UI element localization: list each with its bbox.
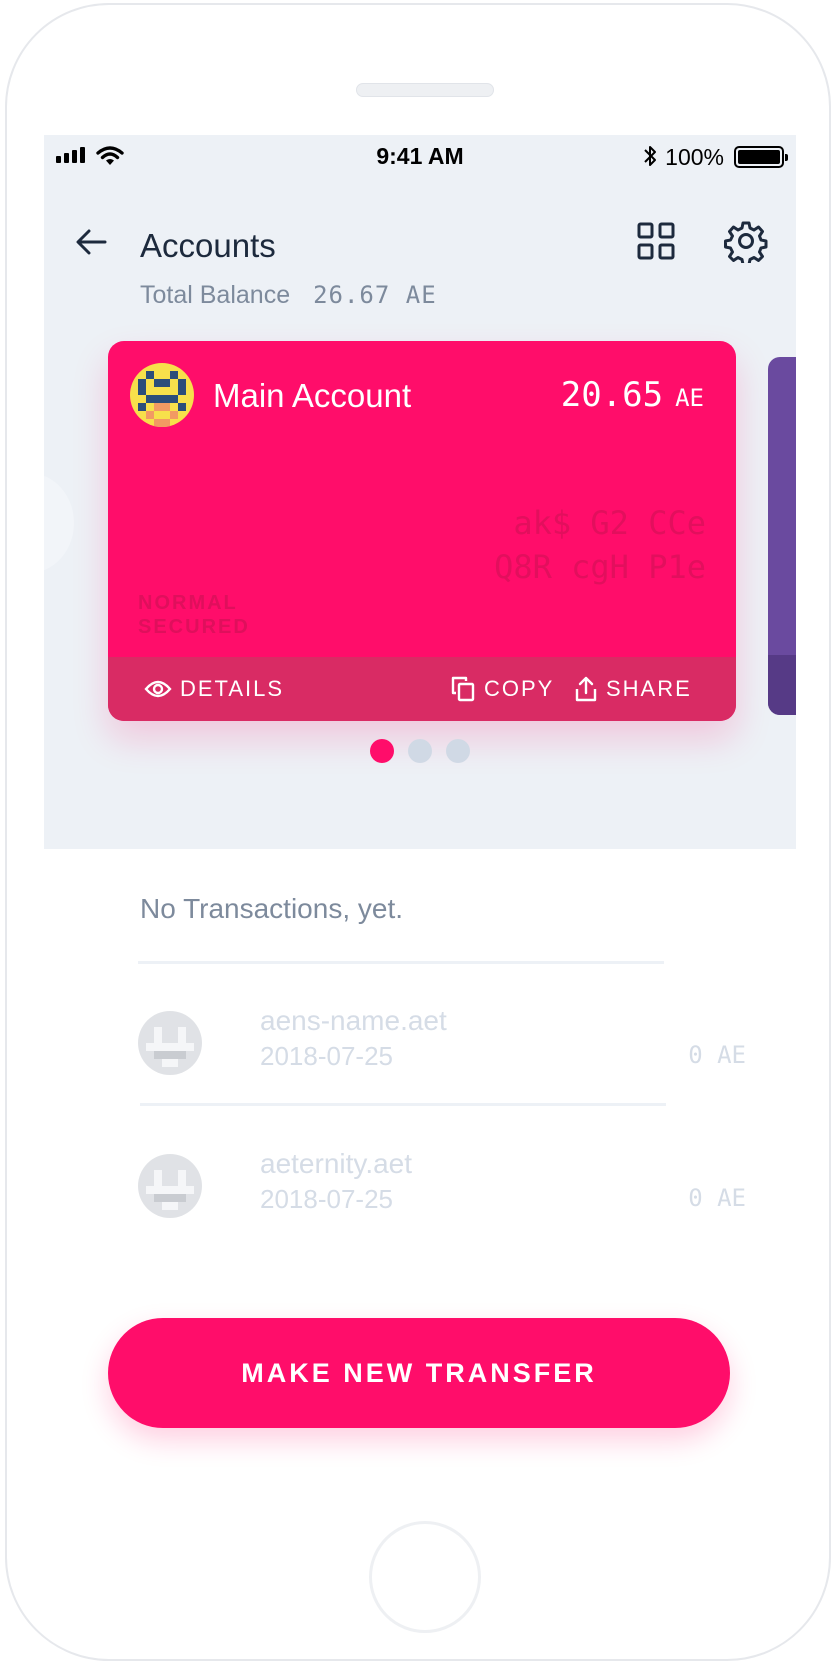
security-line-1: NORMAL — [138, 592, 238, 614]
bluetooth-icon — [644, 146, 656, 166]
account-address: ak$ G2 CCe ··· ··· ··· Q8R cgH P1e — [406, 501, 706, 589]
copy-button[interactable]: COPY — [450, 657, 554, 721]
phone-frame: 9:41 AM 100% Accounts Total Balance 26.6… — [5, 3, 831, 1661]
card-pager — [44, 739, 796, 763]
pager-dot-2[interactable] — [408, 739, 432, 763]
battery-icon — [734, 146, 788, 168]
gear-icon[interactable] — [724, 219, 768, 263]
account-card[interactable]: Main Account 20.65 AE ak$ G2 CCe ··· ··· … — [108, 341, 736, 721]
eye-icon — [144, 680, 172, 698]
total-balance-label: Total Balance — [140, 281, 291, 309]
share-label: SHARE — [606, 676, 692, 701]
account-identicon-avatar — [130, 363, 194, 427]
back-arrow-icon[interactable] — [74, 225, 108, 259]
transaction-placeholder-row: aens-name.aet 2018-07-25 0 AE — [138, 1005, 746, 1075]
account-balance: 20.65 AE — [561, 375, 704, 415]
page-title: Accounts — [140, 227, 276, 264]
copy-label: COPY — [484, 676, 555, 701]
transaction-placeholder-row: aeternity.aet 2018-07-25 0 AE — [138, 1148, 746, 1218]
share-button[interactable]: SHARE — [574, 657, 692, 721]
account-name: Main Account — [213, 377, 412, 414]
transaction-amount: 0 AE — [688, 1184, 746, 1212]
home-button[interactable] — [369, 1521, 481, 1633]
pager-dot-1[interactable] — [370, 739, 394, 763]
copy-icon — [451, 676, 475, 702]
details-button[interactable]: DETAILS — [144, 657, 284, 721]
account-balance-unit: AE — [675, 384, 704, 412]
pager-dot-3[interactable] — [446, 739, 470, 763]
identicon-placeholder-avatar — [138, 1154, 202, 1218]
empty-transactions-text: No Transactions, yet. — [140, 893, 404, 924]
previous-card-peek[interactable] — [44, 473, 74, 573]
make-new-transfer-button[interactable]: MAKE NEW TRANSFER — [108, 1318, 730, 1428]
details-label: DETAILS — [180, 676, 285, 701]
accounts-header-area: 9:41 AM 100% Accounts Total Balance 26.6… — [44, 135, 796, 849]
transaction-amount: 0 AE — [688, 1041, 746, 1069]
transaction-name: aeternity.aet — [260, 1148, 413, 1179]
security-line-2: SECURED — [138, 616, 250, 638]
total-balance: Total Balance 26.67 AE — [140, 281, 437, 310]
screen: 9:41 AM 100% Accounts Total Balance 26.6… — [44, 135, 796, 1473]
next-card-peek[interactable] — [768, 357, 796, 715]
transaction-date: 2018-07-25 — [260, 1184, 393, 1214]
security-level: NORMAL SECURED — [138, 591, 250, 639]
phone-speaker — [356, 83, 494, 97]
address-line-1: ak$ G2 CCe — [513, 504, 706, 542]
transaction-name: aens-name.aet — [260, 1005, 447, 1036]
address-line-2: Q8R cgH P1e — [494, 548, 706, 586]
total-balance-value: 26.67 AE — [313, 281, 437, 309]
share-icon — [575, 676, 597, 702]
divider — [138, 961, 664, 964]
battery-percentage: 100% — [665, 144, 724, 170]
divider — [140, 1103, 666, 1106]
status-bar: 9:41 AM 100% — [44, 135, 796, 175]
card-action-bar: DETAILS COPY SHARE — [108, 657, 736, 721]
account-balance-amount: 20.65 — [560, 375, 664, 415]
grid-icon[interactable] — [634, 219, 678, 263]
identicon-placeholder-avatar — [138, 1011, 202, 1075]
transaction-date: 2018-07-25 — [260, 1041, 393, 1071]
